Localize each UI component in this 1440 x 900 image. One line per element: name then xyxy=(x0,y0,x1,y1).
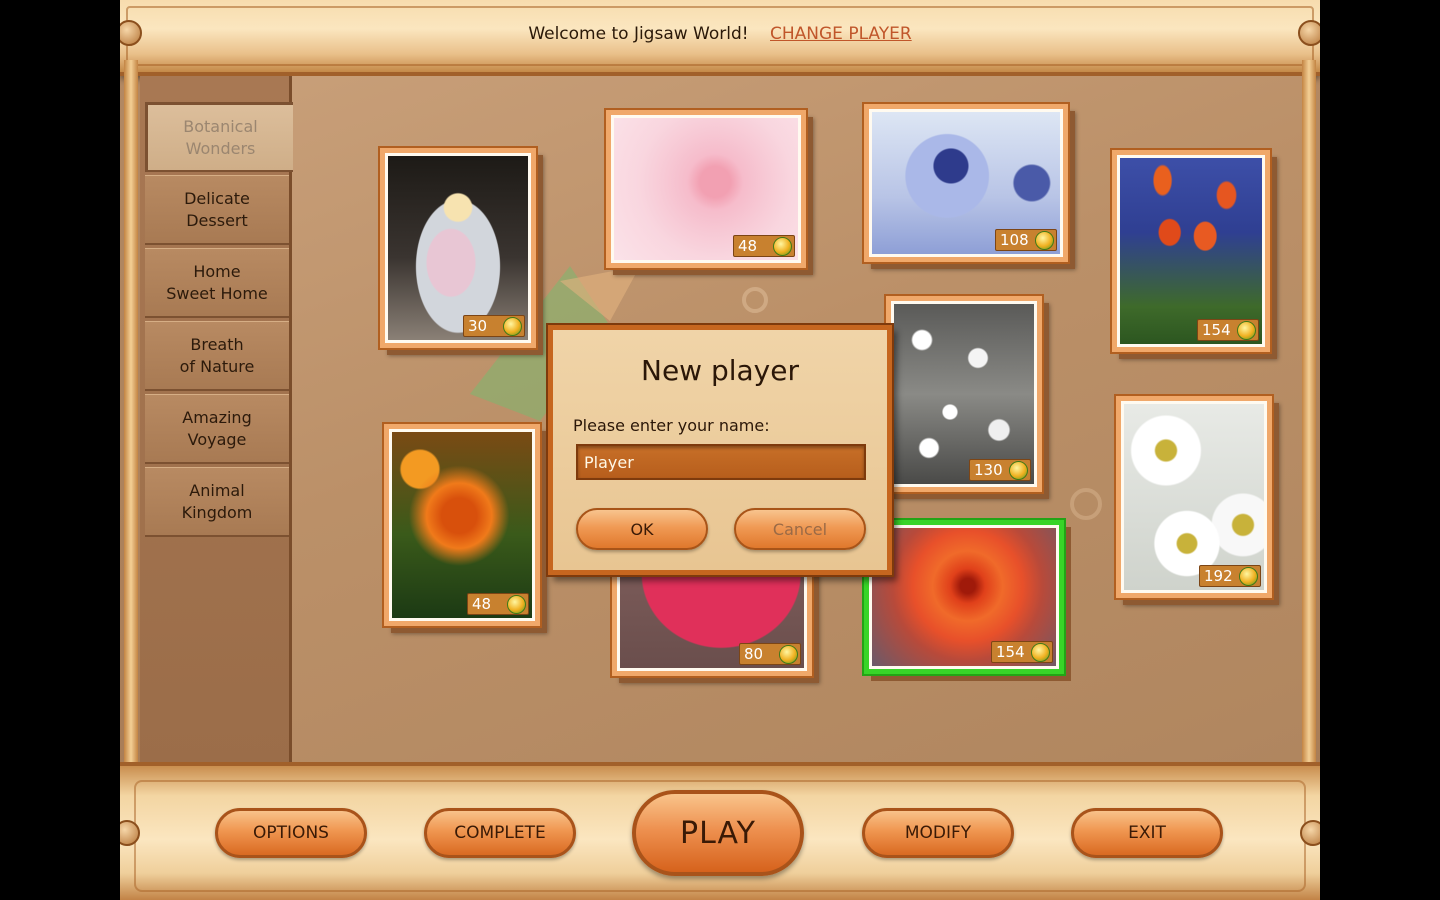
puzzle-thumb-white-blossoms[interactable]: 130 xyxy=(886,296,1042,492)
piece-count: 48 xyxy=(738,237,758,255)
puzzle-piece-icon xyxy=(773,237,792,256)
puzzle-piece-icon xyxy=(507,595,526,614)
piece-count-badge: 154 xyxy=(991,641,1053,663)
category-botanical-wonders[interactable]: Botanical Wonders xyxy=(145,102,293,172)
puzzle-piece-icon xyxy=(503,317,522,336)
piece-count: 130 xyxy=(974,461,1003,479)
game-window: Welcome to Jigsaw World! CHANGE PLAYER B… xyxy=(120,0,1320,900)
piece-count: 108 xyxy=(1000,231,1029,249)
dialog-title: New player xyxy=(641,354,799,387)
category-delicate-dessert[interactable]: Delicate Dessert xyxy=(145,175,289,245)
puzzle-piece-icon xyxy=(1009,461,1028,480)
puzzle-piece-icon xyxy=(1237,321,1256,340)
category-animal-kingdom[interactable]: Animal Kingdom xyxy=(145,467,289,537)
category-label: Delicate Dessert xyxy=(184,188,250,230)
puzzle-image xyxy=(388,156,528,340)
category-label: Amazing Voyage xyxy=(182,407,252,449)
category-label: Animal Kingdom xyxy=(181,480,253,522)
puzzle-piece-icon xyxy=(1031,643,1050,662)
puzzle-piece-icon xyxy=(779,645,798,664)
piece-count-badge: 80 xyxy=(739,643,801,665)
welcome-text: Welcome to Jigsaw World! xyxy=(528,24,749,44)
puzzle-image xyxy=(392,432,532,618)
left-frame xyxy=(124,60,138,780)
category-amazing-voyage[interactable]: Amazing Voyage xyxy=(145,394,289,464)
bottom-toolbar: OPTIONS COMPLETE PLAY MODIFY EXIT xyxy=(120,762,1320,900)
puzzle-thumb-pink-rose[interactable]: 48 xyxy=(606,110,806,268)
cancel-button[interactable]: Cancel xyxy=(734,508,866,550)
puzzle-piece-icon xyxy=(1035,231,1054,250)
piece-count-badge: 192 xyxy=(1199,565,1261,587)
puzzle-image xyxy=(1124,404,1264,590)
top-banner: Welcome to Jigsaw World! CHANGE PLAYER xyxy=(120,0,1320,76)
category-breath-of-nature[interactable]: Breath of Nature xyxy=(145,321,289,391)
corner-ornament-icon xyxy=(120,820,140,846)
new-player-dialog: New player Please enter your name: OK Ca… xyxy=(548,325,892,575)
puzzle-thumb-petal-drops[interactable]: 80 xyxy=(612,566,812,676)
piece-count: 154 xyxy=(1202,321,1231,339)
complete-button[interactable]: COMPLETE xyxy=(424,808,576,858)
piece-count: 48 xyxy=(472,595,492,613)
piece-count-badge: 30 xyxy=(463,315,525,337)
category-label: Botanical Wonders xyxy=(183,116,258,158)
puzzle-piece-icon xyxy=(1239,567,1258,586)
puzzle-thumb-thistle[interactable]: 108 xyxy=(864,104,1068,262)
exit-button[interactable]: EXIT xyxy=(1071,808,1223,858)
piece-count-badge: 130 xyxy=(969,459,1031,481)
piece-count-badge: 48 xyxy=(467,593,529,615)
ok-button[interactable]: OK xyxy=(576,508,708,550)
dialog-prompt: Please enter your name: xyxy=(573,416,770,435)
options-button[interactable]: OPTIONS xyxy=(215,808,367,858)
puzzle-thumb-orange-rose[interactable]: 48 xyxy=(384,424,540,626)
category-label: Breath of Nature xyxy=(179,334,255,376)
puzzle-thumb-dahlia[interactable]: 154 xyxy=(864,520,1064,674)
category-home-sweet-home[interactable]: Home Sweet Home xyxy=(145,248,289,318)
piece-count: 30 xyxy=(468,317,488,335)
piece-count-badge: 108 xyxy=(995,229,1057,251)
puzzle-image xyxy=(1120,158,1262,344)
play-button[interactable]: PLAY xyxy=(632,790,804,876)
right-frame xyxy=(1302,60,1316,780)
piece-count: 80 xyxy=(744,645,764,663)
piece-count: 154 xyxy=(996,643,1025,661)
puzzle-thumb-tulips[interactable]: 154 xyxy=(1112,150,1270,352)
puzzle-thumb-candles[interactable]: 30 xyxy=(380,148,536,348)
piece-count-badge: 154 xyxy=(1197,319,1259,341)
corner-ornament-icon xyxy=(1300,820,1320,846)
change-player-link[interactable]: CHANGE PLAYER xyxy=(770,24,912,44)
modify-button[interactable]: MODIFY xyxy=(862,808,1014,858)
puzzle-image xyxy=(894,304,1034,484)
welcome-line: Welcome to Jigsaw World! CHANGE PLAYER xyxy=(120,24,1320,44)
puzzle-thumb-daisies[interactable]: 192 xyxy=(1116,396,1272,598)
player-name-input[interactable] xyxy=(576,444,866,480)
category-label: Home Sweet Home xyxy=(166,261,268,303)
piece-count: 192 xyxy=(1204,567,1233,585)
piece-count-badge: 48 xyxy=(733,235,795,257)
